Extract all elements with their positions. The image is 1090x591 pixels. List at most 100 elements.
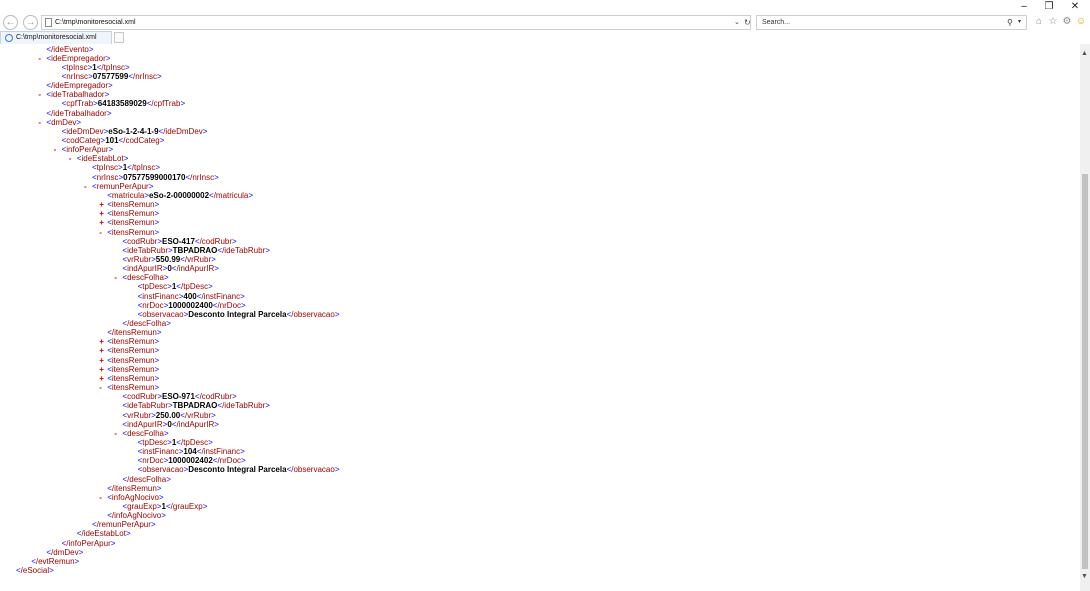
xml-tag-name: cpfTrab — [66, 99, 94, 109]
collapse-toggle[interactable]: - — [114, 273, 120, 282]
xml-tag-name: observacao — [142, 309, 184, 319]
home-icon[interactable]: ⌂ — [1033, 15, 1045, 29]
collapse-toggle[interactable]: - — [114, 429, 120, 438]
scroll-up-icon[interactable]: ▲ — [1081, 50, 1088, 57]
collapse-toggle[interactable]: - — [69, 154, 75, 163]
title-bar: – ❐ ✕ — [0, 0, 1090, 14]
close-bracket: > — [76, 117, 82, 127]
vertical-scrollbar[interactable]: ▲ ▼ — [1080, 44, 1090, 591]
xml-line: <ideEstabLot> — [77, 154, 129, 163]
xml-tag-name: codRubr — [127, 392, 158, 402]
xml-tag-name: itensRemun — [111, 218, 155, 228]
xml-closing-tag-name: /nrInsc — [133, 71, 158, 81]
xml-line: <nrDoc>1000002400</nrDoc> — [138, 301, 246, 310]
restore-button[interactable]: ❐ — [1036, 0, 1062, 14]
xml-line: <instFinanc>400</instFinanc> — [138, 292, 245, 301]
close-bracket: > — [163, 428, 169, 438]
collapse-toggle[interactable]: - — [38, 90, 44, 99]
address-bar[interactable]: C:\tmp\monitoresocial.xml ⌄ ↻ — [41, 15, 751, 30]
xml-tag-name: ideEstabLot — [81, 154, 124, 164]
new-tab-button[interactable] — [114, 32, 124, 43]
xml-line: </descFolha> — [122, 475, 170, 484]
expand-toggle[interactable]: + — [99, 218, 105, 227]
favorites-icon[interactable]: ☆ — [1047, 15, 1059, 29]
close-bracket: > — [163, 273, 169, 283]
xml-closing-tag-name: /observacao — [291, 465, 335, 475]
xml-value: 1000002400 — [168, 300, 213, 310]
close-bracket: > — [107, 81, 113, 91]
close-bracket: > — [208, 437, 213, 447]
close-bracket: > — [154, 218, 160, 228]
xml-tag-name: /descFolha — [127, 474, 167, 484]
collapse-toggle[interactable]: - — [54, 145, 60, 154]
scroll-down-icon[interactable]: ▼ — [1081, 573, 1088, 580]
xml-closing-tag-name: /instFinanc — [201, 447, 241, 457]
close-bracket: > — [150, 520, 156, 530]
xml-closing-tag-name: /indApurIR — [176, 264, 215, 274]
close-bracket: > — [208, 282, 213, 292]
close-button[interactable]: ✕ — [1062, 0, 1088, 14]
search-input[interactable]: Search... ⚲ ▾ — [756, 15, 1027, 30]
collapse-toggle[interactable]: - — [38, 118, 44, 127]
xml-value: 550.99 — [155, 254, 181, 264]
tab-active[interactable]: C:\tmp\monitoresocial.xml — [0, 31, 112, 44]
xml-value: 64183589029 — [97, 99, 147, 109]
expand-toggle[interactable]: + — [99, 365, 105, 374]
close-bracket: > — [110, 538, 116, 548]
expand-toggle[interactable]: + — [99, 346, 105, 355]
collapse-toggle[interactable]: - — [38, 54, 44, 63]
close-bracket: > — [241, 456, 246, 466]
collapse-toggle[interactable]: - — [99, 383, 105, 392]
expand-toggle[interactable]: + — [99, 337, 105, 346]
xml-line: <itensRemun> — [107, 365, 159, 374]
xml-line: <indApurIR>0</indApurIR> — [122, 420, 219, 429]
xml-tag-name: /itensRemun — [111, 328, 157, 338]
page-icon — [45, 18, 52, 27]
xml-tag-name: /ideEvento — [51, 44, 89, 54]
expand-toggle[interactable]: + — [99, 200, 105, 209]
xml-tag-name: itensRemun — [111, 337, 155, 347]
smiley-icon[interactable]: ☺ — [1075, 15, 1087, 29]
xml-line: <dmDev> — [46, 118, 81, 127]
expand-toggle[interactable]: + — [99, 209, 105, 218]
xml-closing-tag-name: /tpInsc — [131, 163, 156, 173]
xml-line: <grauExp>1</grauExp> — [122, 502, 207, 511]
xml-closing-tag-name: /codRubr — [199, 392, 233, 402]
expand-toggle[interactable]: + — [99, 356, 105, 365]
search-dropdown-icon[interactable]: ▾ — [1018, 16, 1021, 29]
xml-tag-name: itensRemun — [111, 346, 155, 356]
close-bracket: > — [88, 44, 94, 54]
back-button[interactable]: ← — [3, 15, 18, 30]
expand-toggle[interactable]: + — [99, 374, 105, 383]
xml-tag-name: codCateg — [66, 136, 101, 145]
collapse-toggle[interactable]: - — [84, 182, 90, 191]
scroll-thumb[interactable] — [1082, 174, 1088, 569]
xml-tag-name: dmDev — [51, 117, 77, 127]
forward-button[interactable]: → — [23, 15, 38, 30]
xml-value: 07577599 — [92, 71, 129, 81]
collapse-toggle[interactable]: - — [99, 228, 105, 237]
xml-line: </eSocial> — [16, 566, 54, 575]
xml-line: <itensRemun> — [107, 383, 159, 392]
xml-tag-name: infoAgNocivo — [111, 492, 159, 502]
xml-tag-name: /infoAgNocivo — [111, 511, 162, 521]
search-icon[interactable]: ⚲ — [1007, 16, 1013, 29]
close-bracket: > — [148, 181, 154, 191]
xml-line: <vrRubr>250.00</vrRubr> — [122, 411, 215, 420]
xml-line: <observacao>Desconto Integral Parcela</o… — [138, 310, 340, 319]
minimize-button[interactable]: – — [1011, 0, 1037, 14]
xml-line: <itensRemun> — [107, 228, 159, 237]
address-dropdown-icon[interactable]: ⌄ — [734, 16, 740, 29]
address-url[interactable]: C:\tmp\monitoresocial.xml — [55, 16, 136, 29]
xml-line: </itensRemun> — [107, 484, 161, 493]
xml-tag-name: /evtRemun — [35, 556, 75, 566]
close-bracket: > — [240, 291, 245, 301]
xml-closing-tag-name: /instFinanc — [201, 291, 241, 301]
settings-icon[interactable]: ⚙ — [1061, 15, 1073, 29]
close-bracket: > — [154, 364, 160, 374]
collapse-toggle[interactable]: - — [99, 493, 105, 502]
xml-tag-name: itensRemun — [111, 200, 155, 210]
xml-line: <codRubr>ESO-417</codRubr> — [122, 237, 236, 246]
xml-tag-name: nrInsc — [66, 71, 89, 81]
refresh-icon[interactable]: ↻ — [744, 16, 751, 29]
